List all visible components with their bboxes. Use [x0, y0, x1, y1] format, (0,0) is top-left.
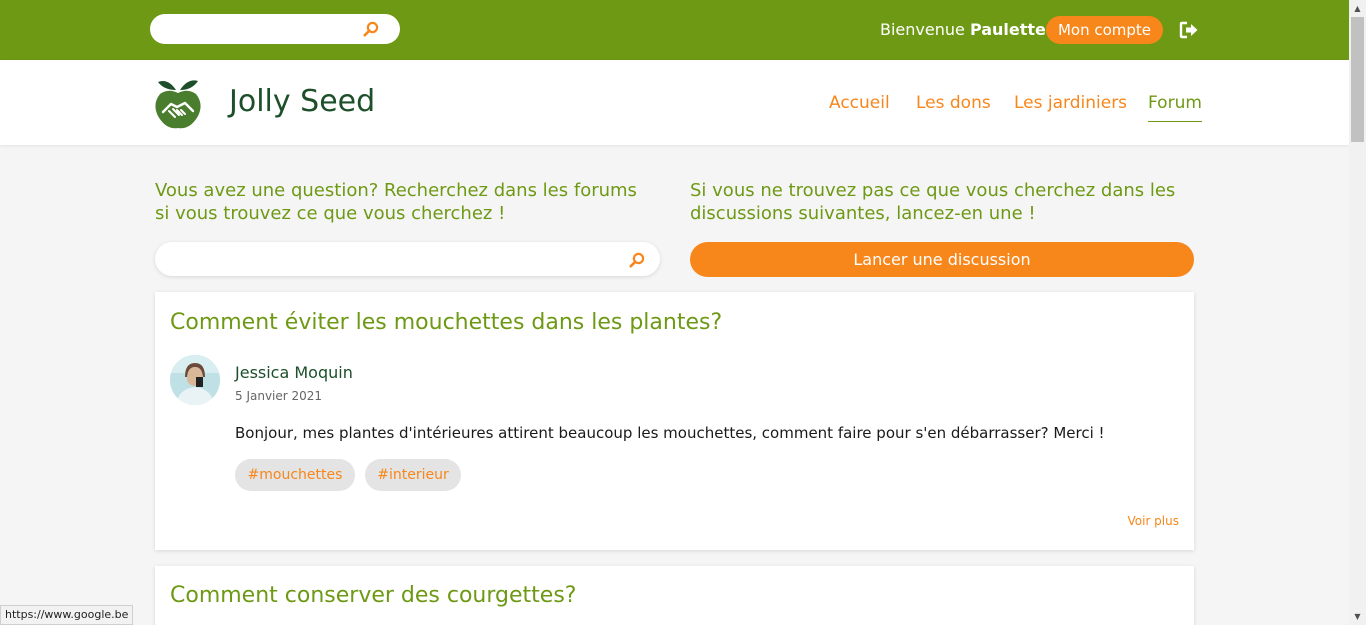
logout-icon[interactable] — [1179, 20, 1199, 40]
scroll-up-arrow[interactable]: ▲ — [1349, 0, 1366, 17]
post-author[interactable]: Jessica Moquin — [235, 363, 353, 382]
user-name: Paulette — [969, 20, 1046, 39]
launch-intro: Si vous ne trouvez pas ce que vous cherc… — [690, 180, 1176, 224]
post-date: 5 Janvier 2021 — [235, 389, 323, 403]
forum-search-box[interactable] — [155, 242, 660, 276]
apple-handshake-logo[interactable] — [154, 74, 202, 132]
search-intro: Vous avez une question? Recherchez dans … — [155, 180, 637, 224]
search-icon[interactable] — [363, 21, 379, 37]
account-button[interactable]: Mon compte — [1046, 16, 1163, 44]
search-icon[interactable] — [629, 252, 645, 268]
discussion-card: Comment éviter les mouchettes dans les p… — [155, 292, 1194, 550]
top-search-input[interactable] — [164, 14, 364, 44]
scroll-thumb[interactable] — [1351, 17, 1364, 142]
status-bar-url: https://www.google.be — [0, 605, 134, 625]
vertical-scrollbar[interactable]: ▲ ▼ — [1349, 0, 1366, 625]
site-brand[interactable]: Jolly Seed — [229, 84, 375, 119]
nav-forum[interactable]: Forum — [1148, 93, 1202, 122]
top-bar: Bienvenue Paulette Mon compte — [0, 0, 1349, 60]
scroll-down-arrow[interactable]: ▼ — [1349, 608, 1366, 625]
welcome-prefix: Bienvenue — [880, 20, 965, 39]
launch-discussion-button[interactable]: Lancer une discussion — [690, 242, 1194, 277]
forum-search-input[interactable] — [171, 242, 611, 276]
tag-mouchettes[interactable]: #mouchettes — [235, 459, 355, 491]
nav-les-jardiniers[interactable]: Les jardiniers — [1014, 93, 1127, 113]
discussion-title[interactable]: Comment conserver des courgettes? — [170, 583, 576, 608]
discussion-card: Comment conserver des courgettes? — [155, 566, 1194, 625]
site-header: Jolly Seed Accueil Les dons Les jardinie… — [0, 60, 1349, 145]
nav-les-dons[interactable]: Les dons — [916, 93, 991, 113]
nav-accueil[interactable]: Accueil — [829, 93, 890, 113]
avatar — [170, 355, 220, 405]
discussion-title[interactable]: Comment éviter les mouchettes dans les p… — [170, 310, 722, 335]
post-body: Bonjour, mes plantes d'intérieures attir… — [235, 424, 1105, 442]
tag-interieur[interactable]: #interieur — [365, 459, 461, 491]
see-more-link[interactable]: Voir plus — [1127, 514, 1179, 528]
welcome-text: Bienvenue Paulette — [880, 20, 1046, 39]
